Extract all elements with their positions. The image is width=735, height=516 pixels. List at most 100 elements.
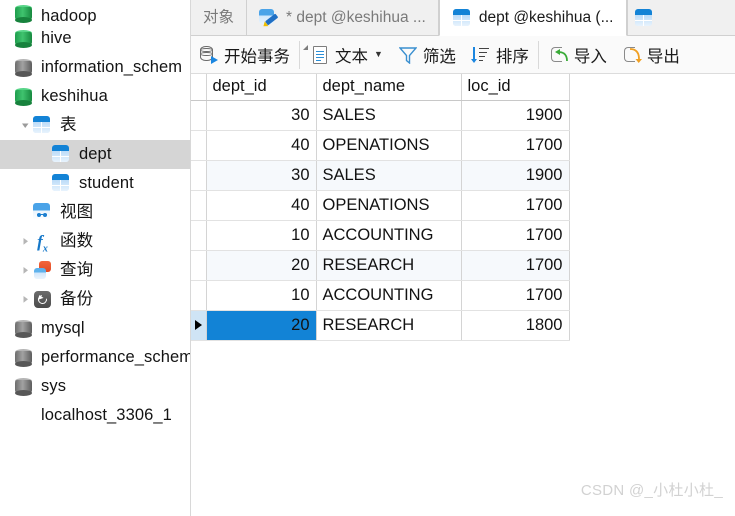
- sidebar-item-label: 备份: [60, 290, 94, 309]
- data-grid[interactable]: dept_id dept_name loc_id 30 SALES 1900 40 OPEN…: [191, 74, 570, 341]
- row-gutter[interactable]: [191, 220, 207, 251]
- toolbar-button-label: 筛选: [422, 47, 456, 66]
- table-row[interactable]: 10 ACCOUNTING 1700: [191, 220, 570, 251]
- cell-dept_id[interactable]: 30: [206, 100, 317, 131]
- chevron-down-icon[interactable]: ▼: [374, 50, 383, 59]
- toolbar-button-文本[interactable]: 文本 ▼: [302, 36, 390, 74]
- cell-dept_id[interactable]: 10: [206, 280, 317, 311]
- table-row[interactable]: 40 OPENATIONS 1700: [191, 130, 570, 161]
- sidebar-item-label: student: [79, 174, 134, 193]
- row-gutter[interactable]: [191, 190, 207, 221]
- sidebar-item-sys[interactable]: sys: [0, 372, 190, 401]
- table-row[interactable]: 10 ACCOUNTING 1700: [191, 280, 570, 311]
- expander-collapsed-icon[interactable]: [19, 227, 32, 256]
- cell-dept_id[interactable]: 40: [206, 130, 317, 161]
- sidebar-item-mysql[interactable]: mysql: [0, 314, 190, 343]
- cell-dept_name[interactable]: RESEARCH: [316, 250, 462, 281]
- cell-dept_name[interactable]: OPENATIONS: [316, 190, 462, 221]
- expander-none: [0, 82, 13, 111]
- sidebar-item-label: 查询: [60, 261, 94, 280]
- sidebar-item-keshihua[interactable]: keshihua: [0, 82, 190, 111]
- sidebar-item-hadoop[interactable]: hadoop: [0, 0, 190, 24]
- sidebar-item-备份[interactable]: 备份: [0, 285, 190, 314]
- row-gutter[interactable]: [191, 100, 207, 131]
- tab-dept-keshihua[interactable]: dept @keshihua (...: [438, 0, 627, 36]
- sort-icon: [470, 44, 492, 66]
- toolbar-button-开始事务[interactable]: 开始事务: [191, 36, 297, 74]
- cell-dept_name[interactable]: RESEARCH: [316, 310, 462, 341]
- export-icon: [621, 44, 643, 66]
- grid-body[interactable]: 30 SALES 1900 40 OPENATIONS 1700 30 SALES 1900 40…: [191, 100, 570, 341]
- sidebar-item-label: sys: [41, 377, 67, 396]
- row-gutter[interactable]: [191, 130, 207, 161]
- expander-none: [38, 140, 51, 169]
- sidebar-item-label: localhost_3306_1: [41, 406, 172, 425]
- column-header-loc_id[interactable]: loc_id: [461, 74, 570, 101]
- cell-dept_name[interactable]: SALES: [316, 100, 462, 131]
- row-gutter[interactable]: [191, 280, 207, 311]
- table-icon: [634, 8, 654, 28]
- sidebar-item-student[interactable]: student: [0, 169, 190, 198]
- toolbar-button-label: 导出: [646, 47, 680, 66]
- cell-dept_id[interactable]: 10: [206, 220, 317, 251]
- toolbar-button-筛选[interactable]: 筛选: [390, 36, 463, 74]
- column-header-dept_name[interactable]: dept_name: [316, 74, 462, 101]
- cell-loc_id[interactable]: 1700: [461, 250, 570, 281]
- cell-dept_name[interactable]: SALES: [316, 160, 462, 191]
- toolbar-button-label: 开始事务: [224, 47, 290, 66]
- toolbar-button-导入[interactable]: 导入: [541, 36, 614, 74]
- row-gutter[interactable]: [191, 160, 207, 191]
- sidebar-item-information_schem[interactable]: information_schem: [0, 53, 190, 82]
- toolbar-separator: [537, 40, 539, 69]
- sidebar-item-localhost_3306_1[interactable]: localhost_3306_1: [0, 401, 190, 430]
- expander-expanded-icon[interactable]: [19, 111, 32, 140]
- sidebar-item-performance_schem[interactable]: performance_schem: [0, 343, 190, 372]
- cell-dept_id[interactable]: 40: [206, 190, 317, 221]
- play-arrow-icon: [195, 320, 202, 330]
- transaction-icon: [198, 44, 220, 66]
- data-grid-container[interactable]: dept_id dept_name loc_id 30 SALES 1900 40 OPEN…: [191, 74, 735, 341]
- cell-dept_name[interactable]: ACCOUNTING: [316, 220, 462, 251]
- expander-none: [0, 343, 13, 372]
- column-header-dept_id[interactable]: dept_id: [206, 74, 317, 101]
- tab-label: * dept @keshihua ...: [286, 8, 426, 26]
- cell-dept_id[interactable]: 30: [206, 160, 317, 191]
- cell-dept_name[interactable]: ACCOUNTING: [316, 280, 462, 311]
- grid-toolbar[interactable]: 开始事务 文本 ▼ 筛选 排序 导入 导出: [191, 36, 735, 74]
- tab-[interactable]: 对象: [191, 0, 247, 35]
- database-icon: [13, 57, 34, 78]
- expander-collapsed-icon[interactable]: [19, 285, 32, 314]
- sidebar-item-表[interactable]: 表: [0, 111, 190, 140]
- table-row[interactable]: 40 OPENATIONS 1700: [191, 190, 570, 221]
- cell-dept_id[interactable]: 20: [206, 250, 317, 281]
- current-row-indicator[interactable]: [191, 310, 207, 341]
- sidebar-item-dept[interactable]: dept: [0, 140, 190, 169]
- table-row[interactable]: 20 RESEARCH 1800: [191, 310, 570, 341]
- table-row[interactable]: 30 SALES 1900: [191, 100, 570, 131]
- cell-loc_id[interactable]: 1800: [461, 310, 570, 341]
- expander-collapsed-icon[interactable]: [19, 256, 32, 285]
- table-icon: [32, 115, 53, 136]
- toolbar-button-排序[interactable]: 排序: [463, 36, 536, 74]
- tab-extra[interactable]: [626, 0, 667, 35]
- cell-loc_id[interactable]: 1900: [461, 160, 570, 191]
- table-row[interactable]: 20 RESEARCH 1700: [191, 250, 570, 281]
- cell-loc_id[interactable]: 1700: [461, 190, 570, 221]
- sidebar-item-查询[interactable]: 查询: [0, 256, 190, 285]
- toolbar-button-导出[interactable]: 导出: [614, 36, 687, 74]
- sidebar-item-hive[interactable]: hive: [0, 24, 190, 53]
- cell-dept_name[interactable]: OPENATIONS: [316, 130, 462, 161]
- object-tree-sidebar[interactable]: hadoop hive information_schem keshihua 表 dept…: [0, 0, 191, 516]
- sidebar-item-函数[interactable]: fx 函数: [0, 227, 190, 256]
- cell-loc_id[interactable]: 1700: [461, 130, 570, 161]
- cell-loc_id[interactable]: 1700: [461, 280, 570, 311]
- tab-bar[interactable]: 对象 * dept @keshihua ... dept @keshihua (..…: [191, 0, 735, 36]
- text-document-icon: [302, 44, 331, 66]
- row-gutter[interactable]: [191, 250, 207, 281]
- cell-loc_id[interactable]: 1700: [461, 220, 570, 251]
- cell-loc_id[interactable]: 1900: [461, 100, 570, 131]
- tab-dept-keshihua[interactable]: * dept @keshihua ...: [246, 0, 439, 35]
- cell-dept_id[interactable]: 20: [206, 310, 317, 341]
- table-row[interactable]: 30 SALES 1900: [191, 160, 570, 191]
- sidebar-item-视图[interactable]: 视图: [0, 198, 190, 227]
